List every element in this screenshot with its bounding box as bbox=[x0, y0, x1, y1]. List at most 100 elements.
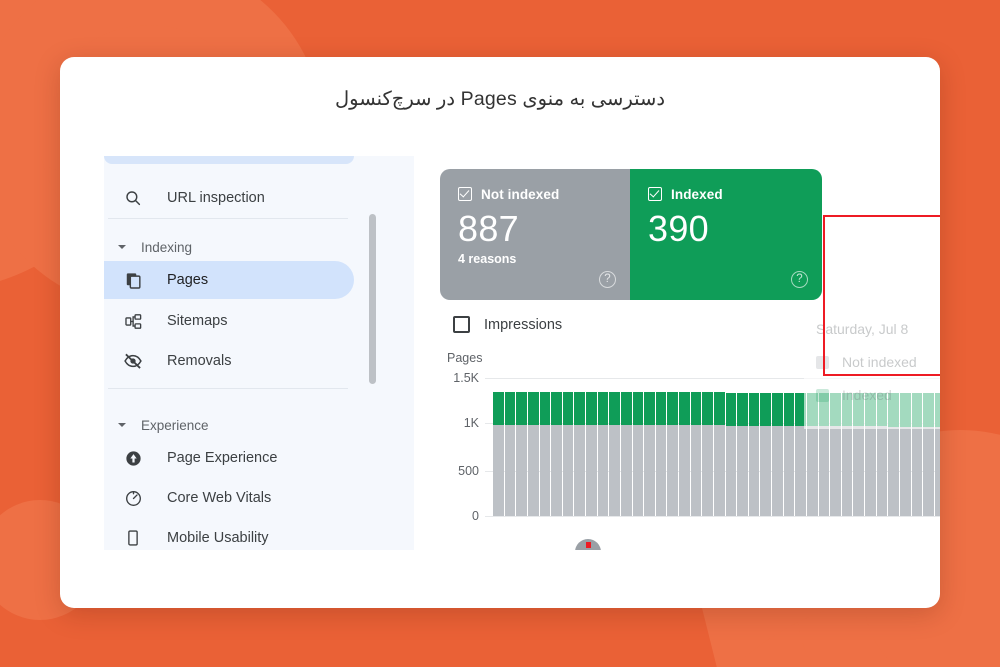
chart-bar-segment-not-indexed bbox=[620, 425, 632, 516]
chart-bar-segment-not-indexed bbox=[667, 425, 678, 516]
chart-bar-segment-indexed bbox=[516, 392, 527, 426]
checkbox-checked-icon[interactable] bbox=[648, 187, 662, 201]
chart-bar-segment-indexed bbox=[586, 392, 597, 426]
chart-bar-segment-not-indexed bbox=[562, 425, 574, 516]
sidebar-item-sitemaps[interactable]: Sitemaps bbox=[104, 302, 354, 340]
sidebar-item-label: Mobile Usability bbox=[167, 530, 269, 546]
tooltip-date: Saturday, Jul 8 bbox=[816, 321, 909, 337]
sidebar-item-label: Core Web Vitals bbox=[167, 490, 272, 506]
question-mark-circle-icon[interactable]: ? bbox=[791, 271, 808, 288]
chart-bar bbox=[504, 371, 516, 516]
chart-bar-segment-indexed bbox=[632, 392, 644, 426]
checkbox-checked-icon[interactable] bbox=[458, 187, 472, 201]
sidebar-group-indexing[interactable]: Indexing bbox=[114, 237, 192, 257]
sidebar-item-pages[interactable]: Pages bbox=[104, 261, 354, 299]
chart-bar bbox=[597, 371, 609, 516]
chart-bar bbox=[806, 371, 818, 516]
chart-bar-segment-not-indexed bbox=[725, 425, 737, 516]
card-label: Not indexed bbox=[481, 186, 560, 202]
chart-bar bbox=[644, 371, 655, 516]
chart-bar-segment-not-indexed bbox=[865, 426, 876, 516]
chevron-down-icon bbox=[114, 239, 130, 255]
chart-bar bbox=[620, 371, 632, 516]
chart-bar-segment-indexed bbox=[713, 392, 725, 426]
card-value: 390 bbox=[648, 208, 709, 249]
chart-bar-segment-not-indexed bbox=[539, 425, 551, 516]
sidebar-item-core-web-vitals[interactable]: Core Web Vitals bbox=[104, 479, 354, 517]
chart-bar-segment-not-indexed bbox=[632, 425, 644, 516]
chart-bar-segment-indexed bbox=[748, 392, 760, 426]
chart-bar-segment-not-indexed bbox=[551, 425, 562, 516]
sidebar-item-page-experience[interactable]: Page Experience bbox=[104, 439, 354, 477]
chart-bar-segment-not-indexed bbox=[713, 425, 725, 516]
chart-bar bbox=[551, 371, 562, 516]
y-tick-label: 1K bbox=[463, 416, 479, 430]
chart-bar-segment-not-indexed bbox=[655, 425, 667, 516]
chart-bar-segment-indexed bbox=[841, 392, 853, 426]
sidebar-item-url-inspection[interactable]: URL inspection bbox=[104, 179, 354, 217]
chart-bar bbox=[539, 371, 551, 516]
chart-bar-segment-indexed bbox=[527, 392, 539, 426]
sidebar-group-label: Indexing bbox=[141, 239, 193, 255]
chart-bar-segment-indexed bbox=[737, 392, 748, 426]
chart-bar-segment-indexed bbox=[923, 392, 934, 427]
chart-bar-segment-not-indexed bbox=[748, 425, 760, 516]
chart-bar-segment-not-indexed bbox=[609, 425, 620, 516]
chart-bars bbox=[493, 371, 940, 516]
chart-bar-segment-not-indexed bbox=[772, 425, 783, 516]
chart-bar bbox=[527, 371, 539, 516]
chart-bar bbox=[609, 371, 620, 516]
chart-bar bbox=[830, 371, 841, 516]
sidebar-scrollbar[interactable] bbox=[369, 156, 376, 550]
chart-bar-segment-indexed bbox=[620, 392, 632, 426]
eye-off-icon bbox=[121, 349, 145, 373]
sidebar-item-mobile-usability[interactable]: Mobile Usability bbox=[104, 519, 354, 550]
sidebar-group-experience[interactable]: Experience bbox=[114, 415, 209, 435]
speedometer-icon bbox=[121, 486, 145, 510]
card-not-indexed[interactable]: Not indexed 887 4 reasons ? bbox=[440, 169, 630, 300]
legend-impressions[interactable]: Impressions bbox=[453, 316, 562, 333]
chart-bar-segment-not-indexed bbox=[795, 425, 806, 516]
chart-bar-segment-not-indexed bbox=[644, 425, 655, 516]
chart-bar-segment-indexed bbox=[853, 392, 864, 427]
chart-bar bbox=[737, 371, 748, 516]
search-console-screenshot: URL inspection Indexing Pages Sitemaps R… bbox=[104, 156, 940, 550]
date-range-handle-icon[interactable] bbox=[575, 539, 601, 550]
chart-bar-segment-not-indexed bbox=[574, 425, 585, 516]
chart-bar-segment-indexed bbox=[760, 392, 771, 426]
chart-bar bbox=[888, 371, 899, 516]
card-value: 887 bbox=[458, 208, 519, 249]
chart-bar-segment-indexed bbox=[679, 392, 690, 426]
chart-bar-segment-indexed bbox=[818, 392, 830, 426]
sidebar-item-label: Sitemaps bbox=[167, 313, 228, 329]
sidebar-divider bbox=[108, 218, 348, 219]
chart-bar-segment-not-indexed bbox=[760, 425, 771, 516]
sidebar-item-removals[interactable]: Removals bbox=[104, 342, 354, 380]
chart-bar-segment-not-indexed bbox=[597, 425, 609, 516]
chart-bar bbox=[493, 371, 504, 516]
chart-bar bbox=[899, 371, 911, 516]
chart-bar-segment-not-indexed bbox=[493, 425, 504, 516]
chart-bar-segment-indexed bbox=[667, 392, 678, 426]
chart-bar-segment-indexed bbox=[702, 392, 713, 426]
chart-bar bbox=[574, 371, 585, 516]
sidebar-divider bbox=[108, 388, 348, 389]
index-summary-cards: Not indexed 887 4 reasons ? Indexed 390 bbox=[440, 169, 822, 300]
chart-bar-segment-indexed bbox=[725, 392, 737, 426]
scrollbar-thumb[interactable] bbox=[369, 214, 376, 384]
chart-bar-segment-indexed bbox=[783, 392, 795, 426]
chart-bar-segment-not-indexed bbox=[679, 425, 690, 516]
chart-bar bbox=[713, 371, 725, 516]
chart-bar bbox=[841, 371, 853, 516]
chart-bar bbox=[679, 371, 690, 516]
sidebar: URL inspection Indexing Pages Sitemaps R… bbox=[104, 156, 414, 550]
question-mark-circle-icon[interactable]: ? bbox=[599, 271, 616, 288]
chart-bar-segment-not-indexed bbox=[806, 425, 818, 516]
gridline bbox=[485, 516, 940, 517]
checkbox-unchecked-icon[interactable] bbox=[453, 316, 470, 333]
y-tick-label: 1.5K bbox=[453, 371, 479, 385]
chart-bar-segment-indexed bbox=[934, 392, 940, 427]
card-indexed[interactable]: Indexed 390 ? bbox=[630, 169, 822, 300]
chart-bar bbox=[772, 371, 783, 516]
chart-bar bbox=[586, 371, 597, 516]
